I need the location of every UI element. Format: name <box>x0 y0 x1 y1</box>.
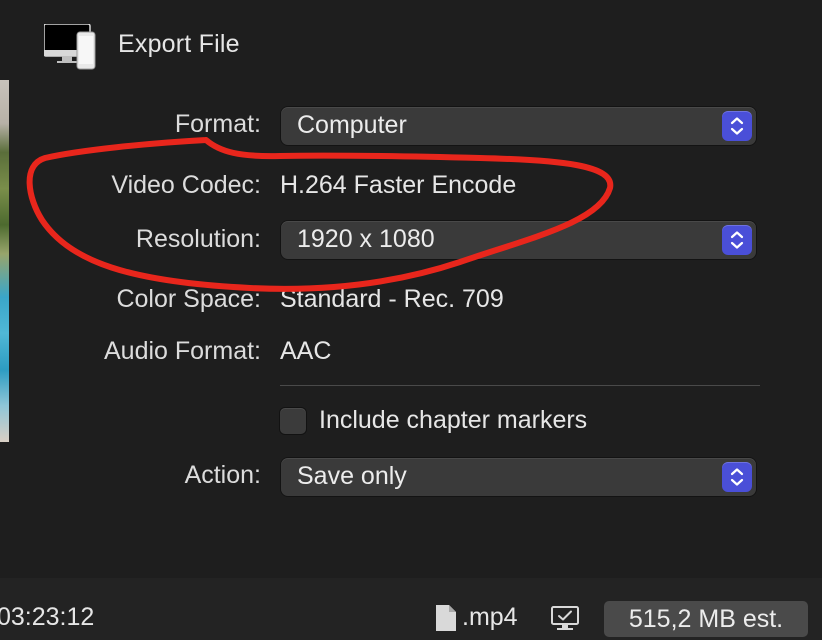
format-label: Format: <box>174 110 261 138</box>
annotation-circle <box>26 137 614 292</box>
chevron-up-down-icon <box>722 462 752 492</box>
resolution-label: Resolution: <box>135 225 261 253</box>
action-label: Action: <box>184 461 261 489</box>
duration-timecode: 03:23:12 <box>0 603 95 631</box>
resolution-select[interactable]: 1920 x 1080 <box>281 221 756 259</box>
action-select-value: Save only <box>297 462 407 490</box>
format-select[interactable]: Computer <box>281 107 756 145</box>
resolution-select-value: 1920 x 1080 <box>297 225 435 253</box>
action-select[interactable]: Save only <box>281 458 756 496</box>
computer-and-phone-icon <box>43 23 96 70</box>
video-codec-value: H.264 Faster Encode <box>280 171 517 199</box>
format-select-value: Computer <box>297 111 407 139</box>
audio-format-label: Audio Format: <box>103 337 261 365</box>
section-divider <box>280 385 760 386</box>
export-file-dialog: Export File Format: Computer Video Codec… <box>0 0 822 640</box>
video-codec-label: Video Codec: <box>111 171 261 199</box>
preview-thumbnail <box>0 80 9 442</box>
color-space-label: Color Space: <box>116 285 261 313</box>
chevron-up-down-icon <box>722 111 752 141</box>
audio-format-value: AAC <box>280 337 332 365</box>
chapter-markers-checkbox[interactable] <box>280 408 306 434</box>
chevron-up-down-icon <box>722 225 752 255</box>
document-icon <box>435 604 457 632</box>
dialog-title: Export File <box>118 30 240 58</box>
file-extension: .mp4 <box>462 603 518 631</box>
chapter-markers-label[interactable]: Include chapter markers <box>319 406 587 435</box>
size-estimate-badge: 515,2 MB est. <box>604 601 808 637</box>
color-space-value: Standard - Rec. 709 <box>280 285 504 313</box>
monitor-check-icon <box>550 605 580 633</box>
